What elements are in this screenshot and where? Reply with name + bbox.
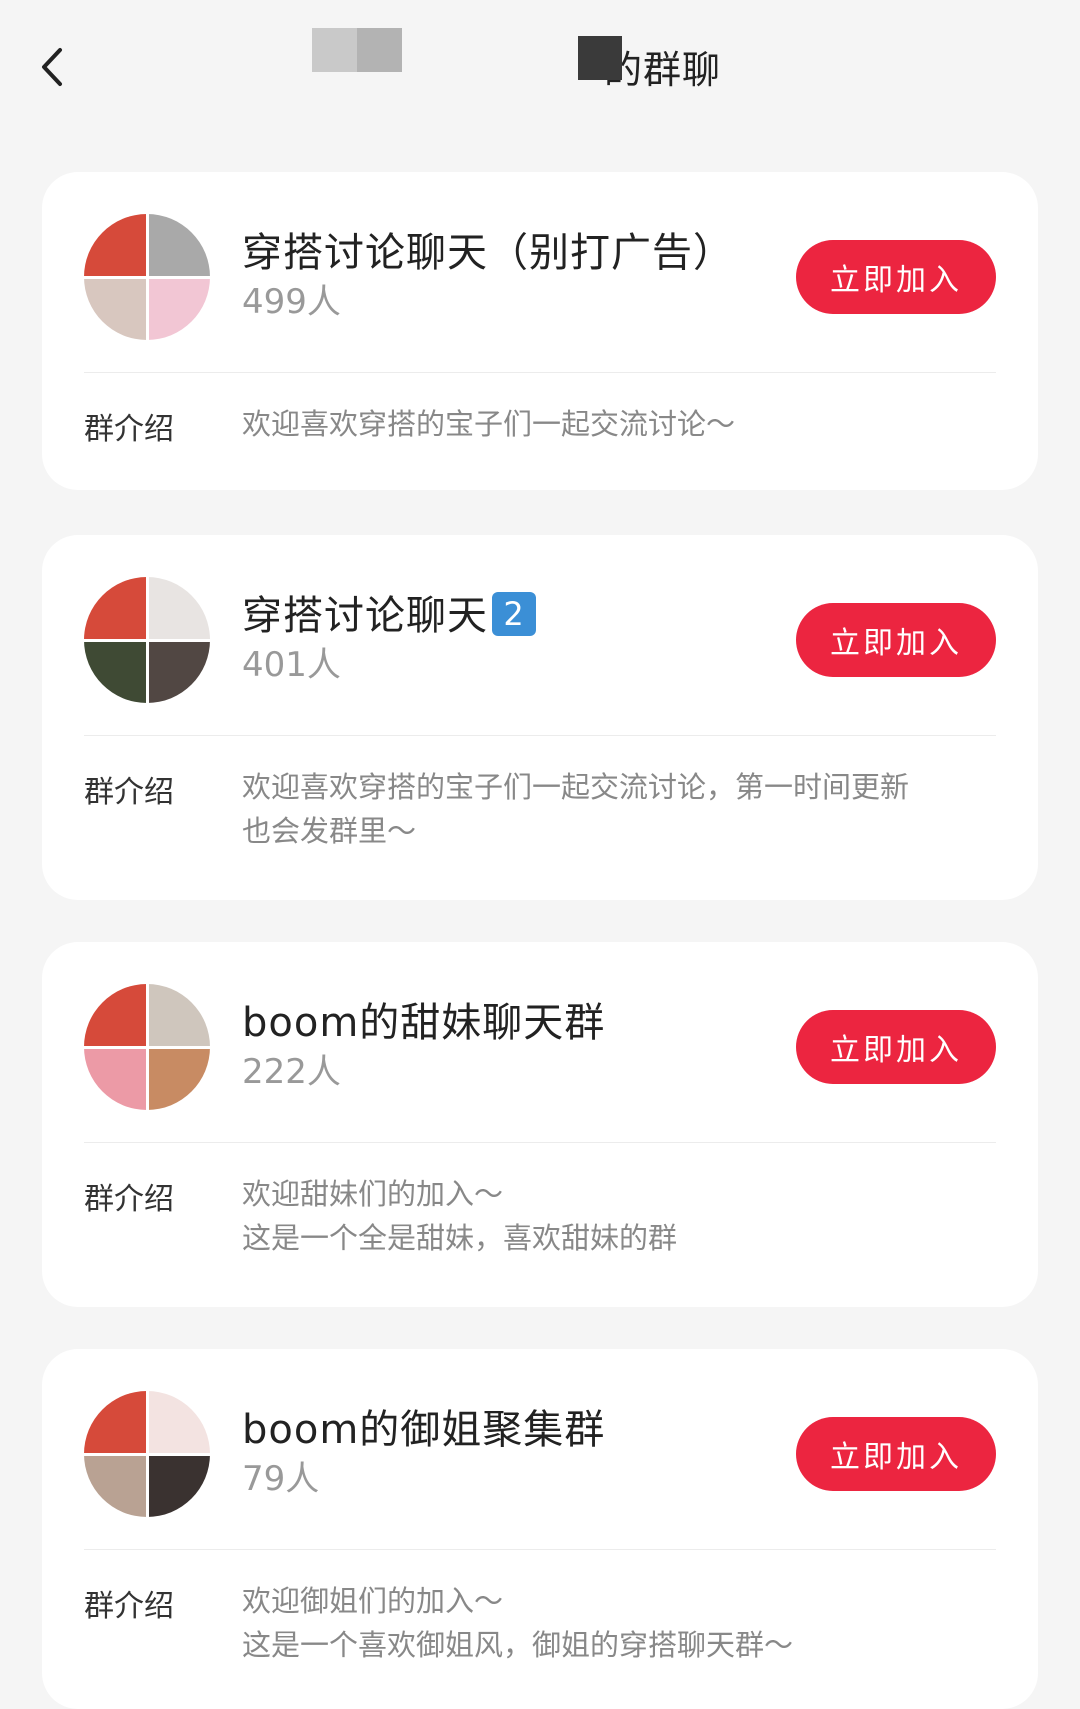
divider: [84, 1549, 996, 1550]
intro-label: 群介绍: [84, 412, 174, 447]
member-count: 222人: [242, 1052, 341, 1092]
join-button[interactable]: 立即加入: [796, 1010, 996, 1084]
redaction-block: [578, 36, 622, 80]
intro-line: 这是一个喜欢御姐风，御姐的穿搭聊天群～: [242, 1628, 794, 1662]
intro-line: 这是一个全是甜妹，喜欢甜妹的群: [242, 1221, 678, 1255]
group-avatar: [84, 1391, 210, 1517]
join-button[interactable]: 立即加入: [796, 240, 996, 314]
divider: [84, 372, 996, 373]
group-card: 穿搭讨论聊天（别打广告） 499人 立即加入 群介绍 欢迎喜欢穿搭的宝子们一起交…: [42, 172, 1038, 490]
intro-line: 欢迎喜欢穿搭的宝子们一起交流讨论～: [242, 407, 736, 441]
intro-text: 欢迎御姐们的加入～ 这是一个喜欢御姐风，御姐的穿搭聊天群～: [242, 1579, 982, 1667]
intro-label: 群介绍: [84, 1182, 174, 1217]
group-avatar: [84, 577, 210, 703]
member-count: 79人: [242, 1459, 320, 1499]
intro-label: 群介绍: [84, 1589, 174, 1624]
header: 的群聊: [0, 0, 1080, 150]
group-card: boom的甜妹聊天群 222人 立即加入 群介绍 欢迎甜妹们的加入～ 这是一个全…: [42, 942, 1038, 1307]
divider: [84, 1142, 996, 1143]
intro-line: 欢迎御姐们的加入～: [242, 1584, 504, 1618]
group-name: boom的御姐聚集群: [242, 1407, 606, 1453]
group-card: boom的御姐聚集群 79人 立即加入 群介绍 欢迎御姐们的加入～ 这是一个喜欢…: [42, 1349, 1038, 1709]
page-title: 的群聊: [578, 36, 721, 94]
keycap-two-badge: 2: [492, 592, 536, 636]
intro-line: 欢迎甜妹们的加入～: [242, 1177, 504, 1211]
join-button[interactable]: 立即加入: [796, 1417, 996, 1491]
divider: [84, 735, 996, 736]
group-name: 穿搭讨论聊天（别打广告）: [242, 230, 734, 276]
group-avatar: [84, 214, 210, 340]
intro-text: 欢迎喜欢穿搭的宝子们一起交流讨论，第一时间更新 也会发群里～: [242, 765, 982, 853]
group-name: boom的甜妹聊天群: [242, 1000, 606, 1046]
group-name: 穿搭讨论聊天 2: [242, 583, 536, 641]
intro-line: 欢迎喜欢穿搭的宝子们一起交流讨论，第一时间更新: [242, 770, 910, 804]
intro-text: 欢迎喜欢穿搭的宝子们一起交流讨论～: [242, 402, 982, 446]
intro-label: 群介绍: [84, 775, 174, 810]
join-button[interactable]: 立即加入: [796, 603, 996, 677]
pixelated-username: [312, 28, 402, 72]
group-card: 穿搭讨论聊天 2 401人 立即加入 群介绍 欢迎喜欢穿搭的宝子们一起交流讨论，第…: [42, 535, 1038, 900]
group-name-text: 穿搭讨论聊天: [242, 593, 488, 639]
member-count: 401人: [242, 645, 341, 685]
intro-text: 欢迎甜妹们的加入～ 这是一个全是甜妹，喜欢甜妹的群: [242, 1172, 982, 1260]
member-count: 499人: [242, 282, 341, 322]
back-chevron-icon[interactable]: [36, 42, 76, 92]
intro-line: 也会发群里～: [242, 814, 417, 848]
group-avatar: [84, 984, 210, 1110]
